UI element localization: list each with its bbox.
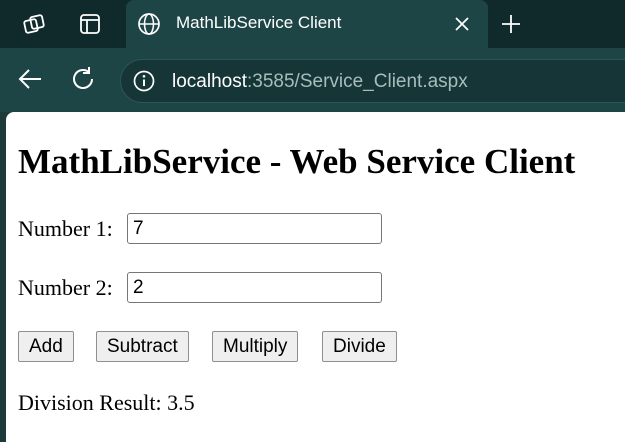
divide-button[interactable]: Divide [322, 331, 397, 362]
number2-label: Number 2: [18, 275, 113, 300]
url-text[interactable]: localhost:3585/Service_Client.aspx [172, 71, 468, 93]
page-title: MathLibService - Web Service Client [18, 142, 576, 181]
plus-icon[interactable] [498, 11, 524, 37]
tab-active[interactable]: MathLibService Client [126, 0, 488, 48]
result-row: Division Result: 3.5 [18, 390, 195, 416]
back-arrow-icon[interactable] [16, 65, 44, 93]
tab-actions-icon[interactable] [77, 11, 103, 37]
title-bar: MathLibService Client [0, 0, 625, 48]
tab-title: MathLibService Client [176, 13, 342, 32]
globe-icon [136, 11, 162, 37]
number2-input[interactable] [127, 272, 382, 303]
number1-label: Number 1: [18, 216, 113, 241]
multiply-button[interactable]: Multiply [212, 331, 299, 362]
close-icon[interactable] [450, 12, 474, 36]
browser-toolbar: localhost:3585/Service_Client.aspx [0, 48, 625, 112]
url-host: localhost [172, 71, 247, 92]
info-icon[interactable] [132, 69, 156, 93]
result-value: 3.5 [167, 390, 195, 415]
address-bar[interactable]: localhost:3585/Service_Client.aspx [120, 59, 625, 103]
page-viewport: MathLibService - Web Service Client Numb… [6, 112, 625, 442]
subtract-button[interactable]: Subtract [96, 331, 189, 362]
result-label: Division Result: [18, 390, 162, 415]
refresh-icon[interactable] [70, 65, 98, 93]
workspaces-icon[interactable] [22, 11, 48, 37]
url-path: :3585/Service_Client.aspx [247, 71, 468, 92]
add-button[interactable]: Add [18, 331, 74, 362]
number1-input[interactable] [127, 213, 382, 244]
